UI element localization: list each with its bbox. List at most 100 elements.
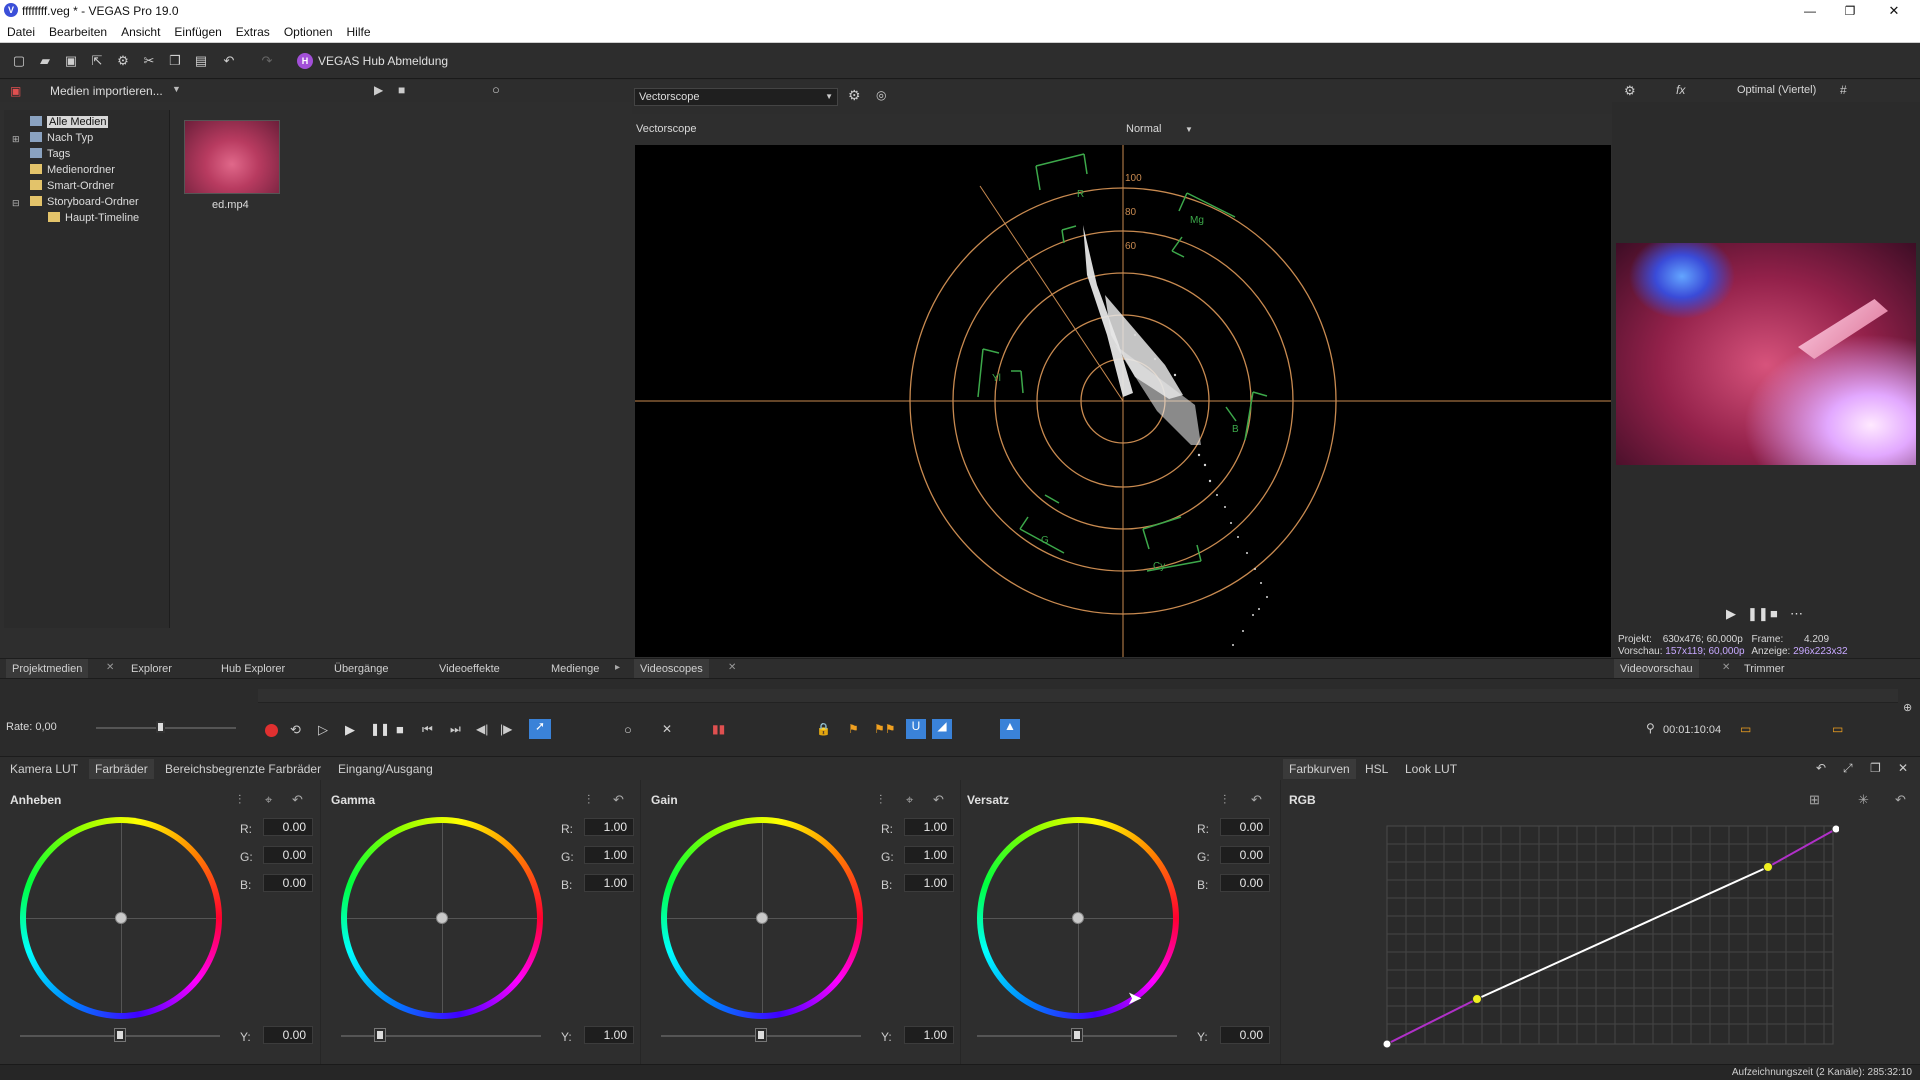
snapping-icon[interactable]: U xyxy=(906,719,926,739)
r-value-field[interactable]: 1.00 xyxy=(584,818,634,836)
undo-icon[interactable]: ↶ xyxy=(218,43,240,79)
next-frame-icon[interactable]: |▶ xyxy=(500,722,512,736)
normal-edit-tool-icon[interactable]: ➚ xyxy=(529,719,551,739)
r-value-field[interactable]: 1.00 xyxy=(904,818,954,836)
scope-mode-dropdown[interactable]: Normal xyxy=(1126,123,1161,135)
tab-farbkurven[interactable]: Farbkurven xyxy=(1283,759,1356,779)
tab-kamera-lut[interactable]: Kamera LUT xyxy=(10,759,78,779)
auto-crossfade-icon[interactable]: ◢ xyxy=(932,719,952,739)
preview-stop-icon[interactable]: ■ xyxy=(1770,606,1778,621)
ripple-icon[interactable]: ▲ xyxy=(1000,719,1020,739)
end-marker-icon[interactable]: ▭ xyxy=(1740,722,1751,736)
b-value-field[interactable]: 0.00 xyxy=(263,874,313,892)
r-value-field[interactable]: 0.00 xyxy=(263,818,313,836)
scope-type-dropdown[interactable]: Vectorscope ▼ xyxy=(634,88,838,106)
lock-icon[interactable]: 🔒 xyxy=(816,722,831,736)
tab-videoeffekte[interactable]: Videoeffekte xyxy=(439,659,500,679)
wheel-center-knob[interactable] xyxy=(115,912,127,924)
render-icon[interactable]: ⇱ xyxy=(86,43,108,79)
curve-presets-icon[interactable]: ✳ xyxy=(1858,792,1869,808)
tab-close-icon[interactable]: ✕ xyxy=(106,662,114,673)
record-icon[interactable] xyxy=(265,724,278,737)
tab-close-icon[interactable]: ✕ xyxy=(1722,662,1730,673)
scope-update-icon[interactable]: ◎ xyxy=(876,88,886,102)
rgb-curve-graph[interactable] xyxy=(1383,822,1839,1048)
y-value-field[interactable]: 0.00 xyxy=(1220,1026,1270,1044)
b-value-field[interactable]: 1.00 xyxy=(904,874,954,892)
wheel-sliders-icon[interactable]: ⫶ xyxy=(238,792,241,808)
tree-item-storyboard-ordner[interactable]: Storyboard-Ordner xyxy=(30,194,139,210)
menu-datei[interactable]: Datei xyxy=(7,21,35,43)
y-slider-thumb[interactable] xyxy=(114,1028,126,1042)
media-thumbnail[interactable] xyxy=(184,120,280,194)
curve-reset-icon[interactable]: ↶ xyxy=(1895,792,1906,808)
delete-icon[interactable]: ✕ xyxy=(662,722,672,736)
wheel-center-knob[interactable] xyxy=(756,912,768,924)
expand-panel-icon[interactable]: ⤢ xyxy=(1843,761,1853,776)
tree-item-nach-typ[interactable]: Nach Typ xyxy=(30,130,93,146)
wheel-reset-icon[interactable]: ↶ xyxy=(1251,792,1262,808)
wheel-reset-icon[interactable]: ↶ xyxy=(613,792,624,808)
zoom-tool-icon[interactable]: ○ xyxy=(624,722,632,737)
float-panel-icon[interactable]: ❐ xyxy=(1870,761,1881,775)
undo-grading-icon[interactable]: ↶ xyxy=(1816,761,1826,775)
tab-videoscopes[interactable]: Videoscopes xyxy=(634,659,709,679)
curve-grid-icon[interactable]: ⊞ xyxy=(1809,792,1820,808)
y-value-field[interactable]: 1.00 xyxy=(584,1026,634,1044)
tree-item-tags[interactable]: Tags xyxy=(30,146,70,162)
wheel-picker-icon[interactable]: ⌖ xyxy=(265,792,272,808)
g-value-field[interactable]: 1.00 xyxy=(904,846,954,864)
collapse-toggle-icon[interactable]: ⊟ xyxy=(12,198,20,209)
tree-item-smart-ordner[interactable]: Smart-Ordner xyxy=(30,178,114,194)
tab-farbraeder[interactable]: Farbräder xyxy=(89,759,154,779)
menu-einfuegen[interactable]: Einfügen xyxy=(174,21,221,43)
split-icon[interactable]: ▮▮ xyxy=(712,722,725,736)
preview-settings-icon[interactable]: ⚙ xyxy=(1624,83,1636,99)
tab-hub-explorer[interactable]: Hub Explorer xyxy=(221,659,285,679)
play-from-start-icon[interactable]: ▷ xyxy=(318,722,328,738)
loop-icon[interactable]: ⟲ xyxy=(290,722,301,738)
save-icon[interactable]: ▣ xyxy=(60,43,82,79)
wheel-reset-icon[interactable]: ↶ xyxy=(292,792,303,808)
tab-videovorschau[interactable]: Videovorschau xyxy=(1614,659,1699,679)
play-icon[interactable]: ▶ xyxy=(345,722,355,738)
menu-bearbeiten[interactable]: Bearbeiten xyxy=(49,21,107,43)
b-value-field[interactable]: 0.00 xyxy=(1220,874,1270,892)
expand-toggle-icon[interactable]: ⊞ xyxy=(12,134,20,145)
minimize-button[interactable]: — xyxy=(1790,0,1830,21)
go-to-end-icon[interactable]: ⏭ xyxy=(450,722,461,737)
curve-point-white[interactable] xyxy=(1831,824,1839,834)
menu-hilfe[interactable]: Hilfe xyxy=(347,21,371,43)
tree-item-haupt-timeline[interactable]: Haupt-Timeline xyxy=(48,210,139,226)
more-options-icon[interactable]: ⋯ xyxy=(1790,606,1803,622)
stop-media-icon[interactable]: ■ xyxy=(398,83,405,97)
chevron-down-icon[interactable]: ▼ xyxy=(1185,125,1193,134)
g-value-field[interactable]: 0.00 xyxy=(1220,846,1270,864)
y-slider-thumb[interactable] xyxy=(374,1028,386,1042)
close-panel-icon[interactable]: ✕ xyxy=(1898,761,1908,775)
chevron-down-icon[interactable]: ▼ xyxy=(172,84,181,94)
pause-icon[interactable]: ❚❚ xyxy=(370,722,390,736)
wheel-picker-icon[interactable]: ⌖ xyxy=(906,792,913,808)
tab-bereichsbegrenzte-farbraeder[interactable]: Bereichsbegrenzte Farbräder xyxy=(165,759,321,779)
grid-overlay-icon[interactable]: # xyxy=(1840,83,1847,97)
tab-explorer[interactable]: Explorer xyxy=(131,659,172,679)
timeline-zoom-icon[interactable]: ⊕ xyxy=(1903,701,1912,714)
y-slider-thumb[interactable] xyxy=(755,1028,767,1042)
tab-hsl[interactable]: HSL xyxy=(1365,759,1388,779)
y-value-field[interactable]: 0.00 xyxy=(263,1026,313,1044)
tab-eingang-ausgang[interactable]: Eingang/Ausgang xyxy=(338,759,433,779)
tree-item-medienordner[interactable]: Medienordner xyxy=(30,162,115,178)
play-media-icon[interactable]: ▶ xyxy=(374,83,383,97)
settings-gear-icon[interactable]: ⚙ xyxy=(112,43,134,79)
tab-mediengenerator[interactable]: Medienge xyxy=(551,659,599,679)
cut-icon[interactable]: ✂ xyxy=(138,43,160,79)
close-button[interactable]: ✕ xyxy=(1872,0,1916,21)
tab-trimmer[interactable]: Trimmer xyxy=(1744,659,1785,679)
b-value-field[interactable]: 1.00 xyxy=(584,874,634,892)
y-slider[interactable] xyxy=(341,1035,541,1037)
menu-ansicht[interactable]: Ansicht xyxy=(121,21,160,43)
tab-uebergaenge[interactable]: Übergänge xyxy=(334,659,388,679)
stop-icon[interactable]: ■ xyxy=(396,722,404,737)
paste-icon[interactable]: ▤ xyxy=(190,43,212,79)
